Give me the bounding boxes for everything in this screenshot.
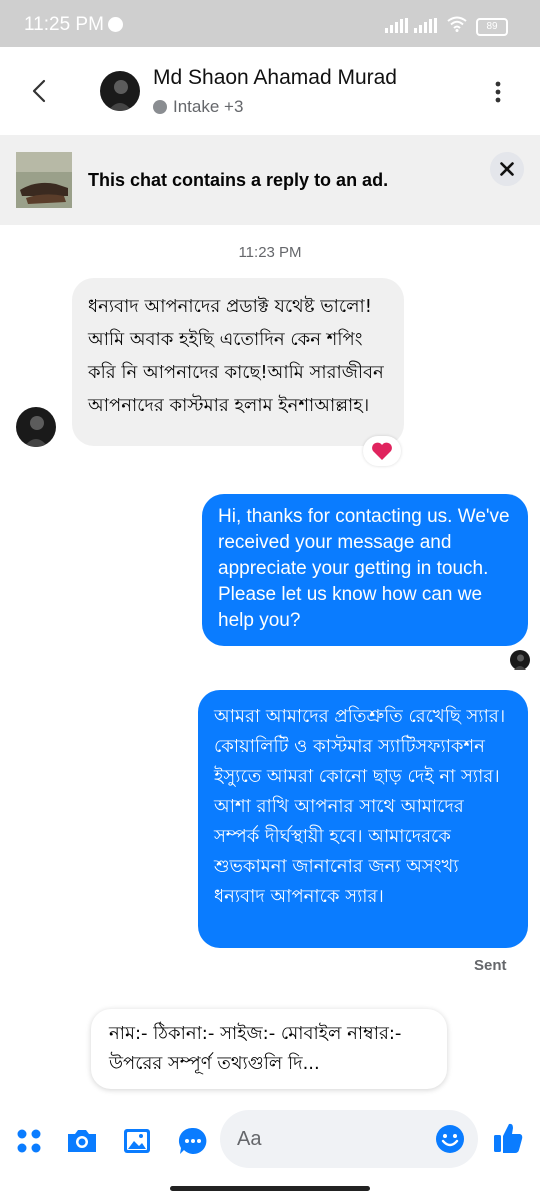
thumbs-up-icon[interactable] — [491, 1120, 525, 1156]
emoji-icon[interactable] — [434, 1123, 466, 1155]
apps-menu-icon[interactable] — [12, 1124, 46, 1158]
quick-reply-suggestion[interactable]: নাম:- ঠিকানা:- সাইজ:- মোবাইল নাম্বার:- উ… — [91, 1009, 447, 1089]
ad-thumbnail[interactable] — [16, 152, 72, 208]
chat-header — [0, 47, 540, 135]
quick-reply-text: নাম:- ঠিকানা:- সাইজ:- মোবাইল নাম্বার:- উ… — [109, 1023, 402, 1074]
heart-icon — [372, 442, 392, 460]
wifi-icon — [447, 16, 467, 32]
message-timestamp: 11:23 PM — [238, 244, 302, 261]
delivery-status: Sent — [474, 957, 507, 974]
contact-name[interactable]: Md Shaon Ahamad Murad — [153, 66, 397, 90]
ad-banner-text: This chat contains a reply to an ad. — [88, 170, 389, 190]
label-dot-icon — [153, 100, 167, 114]
signal-icon-2 — [414, 18, 440, 33]
contact-subtitle[interactable]: Intake +3 — [153, 97, 243, 117]
more-options-icon[interactable] — [492, 80, 504, 104]
incoming-message-bubble[interactable]: ধন্যবাদ আপনাদের প্রডাক্ট যথেষ্ট ভালো!আমি… — [72, 278, 404, 446]
outgoing-message-text-2: আমরা আমাদের প্রতিশ্রুতি রেখেছি স্যার। কো… — [214, 706, 506, 907]
seen-avatar — [510, 650, 530, 670]
status-time: 11:25 PM — [24, 14, 104, 35]
signal-icon — [385, 18, 411, 33]
battery-indicator: 89 — [476, 18, 508, 36]
close-icon[interactable] — [490, 152, 524, 186]
back-arrow-icon[interactable] — [28, 78, 52, 104]
sender-avatar[interactable] — [16, 407, 56, 447]
incoming-message-text: ধন্যবাদ আপনাদের প্রডাক্ট যথেষ্ট ভালো!আমি… — [88, 296, 384, 416]
message-input-placeholder: Aa — [237, 1128, 262, 1150]
message-reaction[interactable] — [363, 436, 401, 466]
gallery-icon[interactable] — [120, 1124, 154, 1158]
chat-extensions-icon[interactable] — [176, 1124, 210, 1158]
outgoing-message-bubble-2[interactable]: আমরা আমাদের প্রতিশ্রুতি রেখেছি স্যার। কো… — [198, 690, 528, 948]
contact-avatar[interactable] — [100, 71, 140, 111]
subtitle-text: Intake +3 — [173, 97, 244, 116]
outgoing-message-bubble[interactable]: Hi, thanks for contacting us. We've rece… — [202, 494, 528, 646]
camera-icon[interactable] — [65, 1124, 99, 1158]
outgoing-message-text: Hi, thanks for contacting us. We've rece… — [218, 506, 510, 631]
gesture-nav-bar — [170, 1186, 370, 1191]
messenger-notification-icon — [108, 17, 123, 32]
